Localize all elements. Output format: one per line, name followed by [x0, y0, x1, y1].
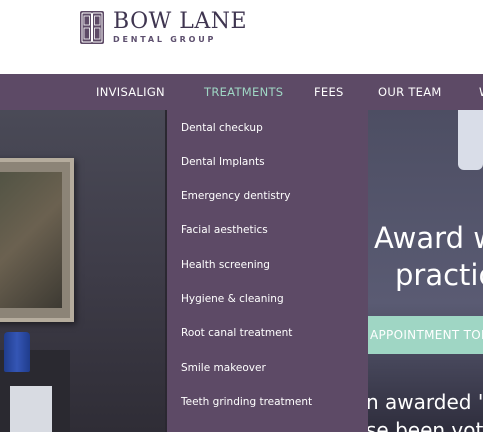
nav-item-our-team[interactable]: OUR TEAM [378, 74, 442, 110]
bottle-image [4, 332, 30, 372]
dropdown-item-hygiene-cleaning[interactable]: Hygiene & cleaning [181, 293, 284, 305]
nav-item-fees[interactable]: FEES [314, 74, 344, 110]
dropdown-item-teeth-grinding[interactable]: Teeth grinding treatment [181, 396, 312, 408]
dropdown-item-emergency-dentistry[interactable]: Emergency dentistry [181, 190, 291, 202]
nav-item-partial[interactable]: W [479, 74, 483, 110]
logo[interactable]: BOW LANE DENTAL GROUP [79, 9, 247, 45]
dropdown-item-health-screening[interactable]: Health screening [181, 259, 270, 271]
site-header: BOW LANE DENTAL GROUP [0, 0, 483, 74]
light-fixture-image [458, 110, 483, 170]
appointment-button[interactable]: APPOINTMENT TODA [368, 316, 483, 354]
dropdown-item-smile-makeover[interactable]: Smile makeover [181, 362, 266, 374]
dropdown-item-dental-implants[interactable]: Dental Implants [181, 156, 265, 168]
hero-text-line1: n awarded 'B [366, 390, 483, 414]
dropdown-item-root-canal[interactable]: Root canal treatment [181, 327, 292, 339]
main-nav: INVISALIGN TREATMENTS FEES OUR TEAM W [0, 74, 483, 110]
nav-item-treatments[interactable]: TREATMENTS [204, 74, 283, 110]
hero-title-line2: practic [395, 258, 483, 292]
hero-text-line2: se been vote [366, 418, 483, 432]
nav-item-invisalign[interactable]: INVISALIGN [96, 74, 165, 110]
logo-name: BOW LANE [113, 8, 248, 34]
door-logo-icon [80, 10, 104, 44]
picture-frame-image [0, 158, 74, 322]
dropdown-item-dental-checkup[interactable]: Dental checkup [181, 122, 263, 134]
hero-title-line1: Award w [374, 221, 483, 255]
treatments-dropdown-menu: Dental checkup Dental Implants Emergency… [167, 110, 368, 432]
jar-image [10, 386, 52, 432]
logo-subtitle: DENTAL GROUP [113, 34, 217, 44]
dropdown-item-facial-aesthetics[interactable]: Facial aesthetics [181, 224, 268, 236]
